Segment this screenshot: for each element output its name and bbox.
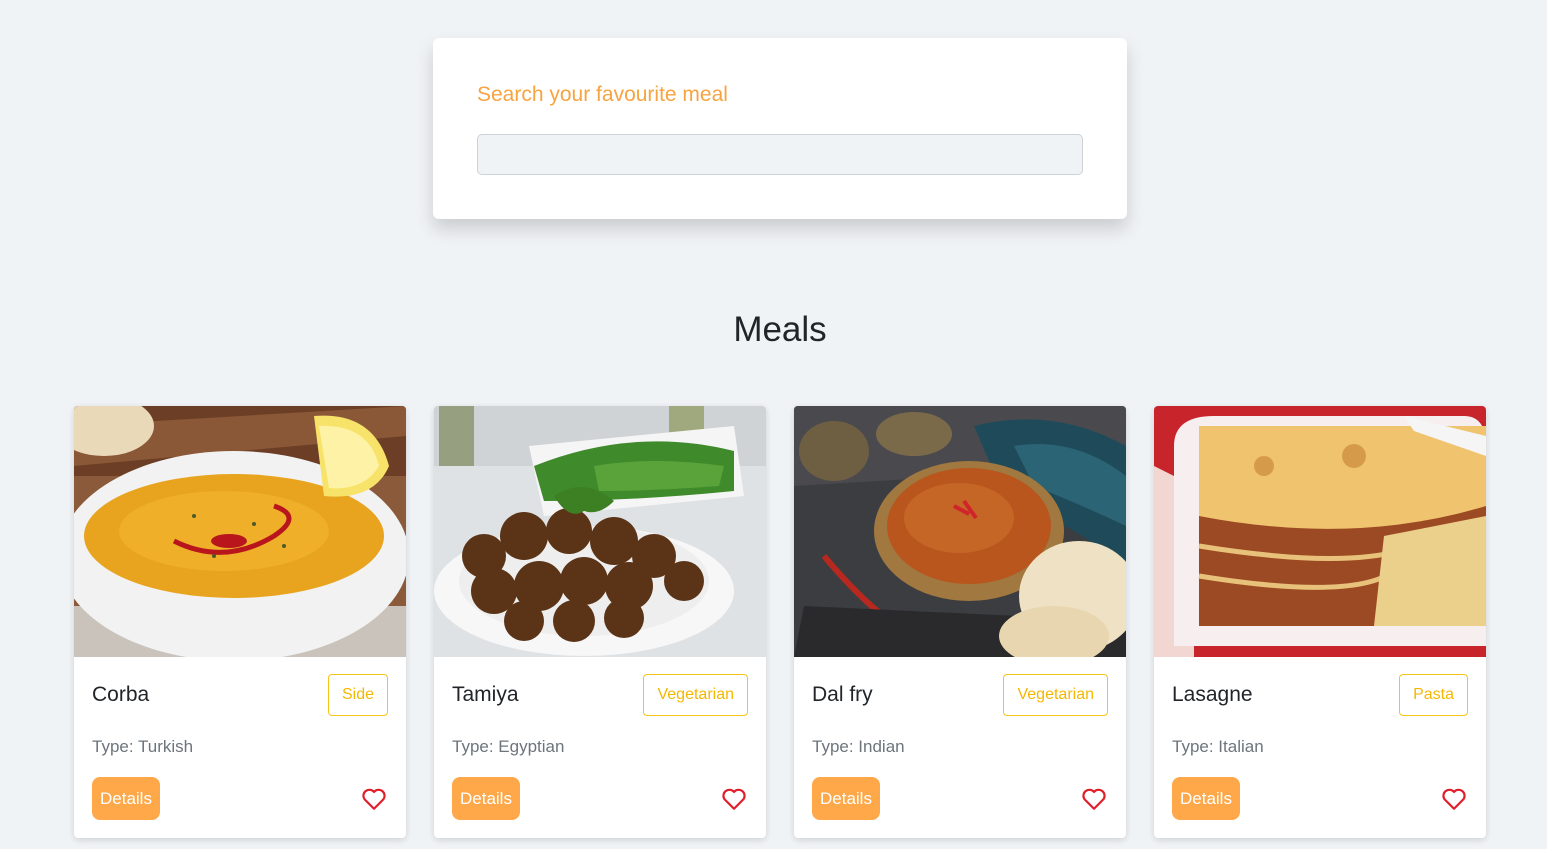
search-input[interactable] — [477, 134, 1083, 175]
details-button[interactable]: Details — [1172, 777, 1240, 820]
meal-category-tag[interactable]: Pasta — [1399, 674, 1468, 716]
meal-card-tamiya: Tamiya Vegetarian Type: Egyptian Details — [434, 406, 766, 838]
meal-category-tag[interactable]: Vegetarian — [1003, 674, 1108, 716]
meal-card-lasagne: Lasagne Pasta Type: Italian Details — [1154, 406, 1486, 838]
meal-type: Type: Egyptian — [452, 737, 565, 756]
meal-type: Type: Indian — [812, 737, 905, 756]
meal-category-tag[interactable]: Vegetarian — [643, 674, 748, 716]
meal-image — [74, 406, 406, 657]
lasagne-image — [1154, 406, 1486, 657]
meal-image — [1154, 406, 1486, 657]
heart-icon[interactable] — [361, 787, 387, 811]
heart-icon[interactable] — [721, 787, 747, 811]
details-button[interactable]: Details — [812, 777, 880, 820]
heart-icon[interactable] — [1441, 787, 1467, 811]
meal-category-tag[interactable]: Side — [327, 674, 388, 716]
falafel-image — [434, 406, 766, 657]
meal-card-corba: Corba Side Type: Turkish Details — [74, 406, 406, 838]
meal-name: Corba — [92, 683, 150, 706]
heart-icon[interactable] — [1081, 787, 1107, 811]
dal-curry-image — [794, 406, 1126, 657]
search-label: Search your favourite meal — [477, 83, 728, 106]
details-button[interactable]: Details — [452, 777, 520, 820]
details-button[interactable]: Details — [92, 777, 160, 820]
meal-name: Dal fry — [812, 683, 873, 706]
meal-image — [794, 406, 1126, 657]
meal-name: Tamiya — [452, 683, 519, 706]
search-card: Search your favourite meal — [433, 38, 1127, 219]
meals-heading: Meals — [733, 310, 827, 349]
meal-type: Type: Turkish — [92, 737, 194, 756]
meal-image — [434, 406, 766, 657]
meal-type: Type: Italian — [1172, 737, 1264, 756]
lentil-soup-image — [74, 406, 406, 657]
meal-name: Lasagne — [1172, 683, 1253, 706]
meal-card-dal-fry: Dal fry Vegetarian Type: Indian Details — [794, 406, 1126, 838]
